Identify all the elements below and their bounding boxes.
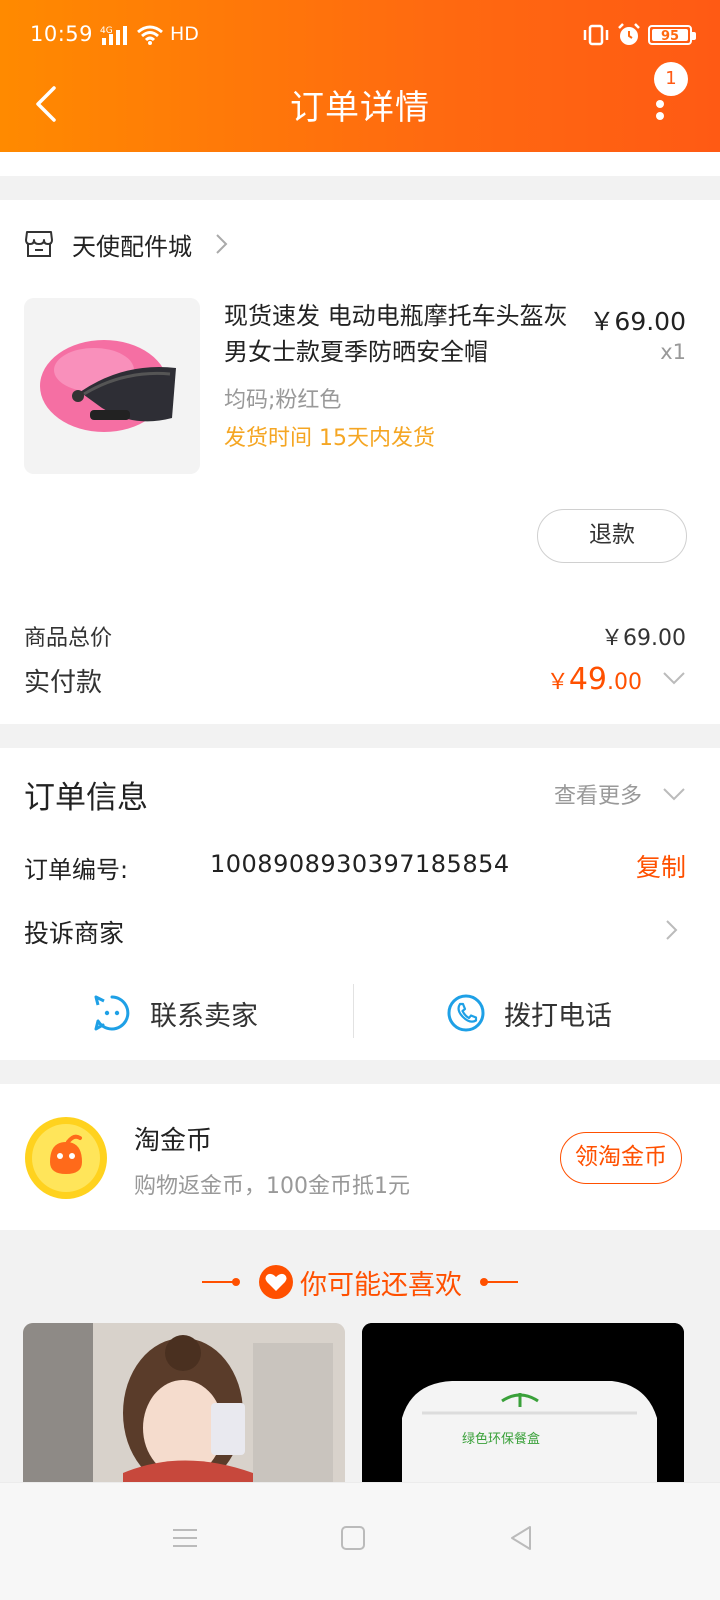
vibrate-icon [583,24,609,46]
back-nav-icon[interactable] [506,1523,536,1553]
divider [353,984,354,1038]
battery-icon: 95 [648,25,696,45]
paid-amount-value[interactable]: ￥49.00 [547,662,642,697]
call-phone-button[interactable]: 拨打电话 [446,988,612,1038]
helmet-image [24,298,200,474]
alarm-icon [618,23,640,45]
header-spacer [0,152,720,176]
chevron-down-icon[interactable] [662,670,686,686]
menu-icon[interactable] [170,1523,200,1553]
coin-icon [25,1117,107,1199]
home-icon[interactable] [338,1523,368,1553]
decor-line-right [480,1278,518,1286]
order-info-card: 订单信息 查看更多 订单编号: 1008908930397185854 复制 投… [0,748,720,1060]
battery-level: 95 [660,29,680,44]
recommend-title: 你可能还喜欢 [300,1269,462,1301]
product-quantity: x1 [660,340,686,364]
box-logo-text: 绿色环保餐盒 [462,1431,540,1447]
chevron-right-icon [216,234,228,254]
order-number-label: 订单编号: [24,856,129,884]
decor-line-left [202,1278,240,1286]
phone-icon [447,994,485,1032]
network-label: HD [170,23,199,45]
recommend-header: 你可能还喜欢 [0,1260,720,1304]
get-coins-button[interactable]: 领淘金币 [560,1132,682,1184]
paid-amount-label: 实付款 [24,668,103,698]
product-image[interactable] [24,298,200,474]
order-item-card: 天使配件城 现货速发 电动电瓶摩托车头盔灰男女士款夏季防晒安全帽 ￥69.00 … [0,200,720,724]
total-price-label: 商品总价 [24,626,113,651]
store-name: 天使配件城 [72,232,192,261]
contact-seller-button[interactable]: 联系卖家 [92,988,258,1038]
recommended-product-2[interactable]: 绿色环保餐盒 [362,1323,684,1493]
contact-seller-label: 联系卖家 [150,1000,258,1032]
store-link[interactable]: 天使配件城 [24,226,230,262]
taobao-coins-card: 淘金币 购物返金币，100金币抵1元 领淘金币 [0,1084,720,1230]
signal-icon: 4G [100,26,127,45]
product-title[interactable]: 现货速发 电动电瓶摩托车头盔灰男女士款夏季防晒安全帽 [224,298,574,370]
top-header: 10:59 4G HD 95 订单详情 1 [0,0,720,152]
page-title: 订单详情 [290,88,430,128]
chevron-down-icon[interactable] [662,786,686,802]
system-nav-bar [0,1482,720,1600]
copy-button[interactable]: 复制 [636,848,686,884]
view-more-link[interactable]: 查看更多 [554,778,642,810]
recommended-product-1[interactable] [23,1323,345,1493]
notification-badge: 1 [654,62,688,96]
status-bar: 10:59 4G HD 95 [0,0,720,72]
call-phone-label: 拨打电话 [504,1000,612,1032]
total-price-value: ￥69.00 [601,626,686,651]
complain-seller-link[interactable]: 投诉商家 [24,914,124,950]
product-photo [23,1323,345,1493]
coins-description: 购物返金币，100金币抵1元 [134,1174,410,1199]
coins-title: 淘金币 [134,1126,213,1156]
refund-button[interactable]: 退款 [537,509,687,563]
product-price: ￥69.00 [589,307,686,336]
chat-icon [94,995,130,1031]
product-sku: 均码;粉红色 [224,388,342,413]
store-icon [25,231,53,257]
chevron-right-icon[interactable] [664,918,680,942]
order-number-value: 1008908930397185854 [210,850,510,878]
product-photo: 绿色环保餐盒 [362,1323,684,1493]
shipping-time: 发货时间 15天内发货 [224,426,435,451]
wifi-icon [137,25,163,45]
status-time: 10:59 [30,22,94,46]
order-info-title: 订单信息 [24,780,148,816]
heart-icon [259,1265,293,1299]
